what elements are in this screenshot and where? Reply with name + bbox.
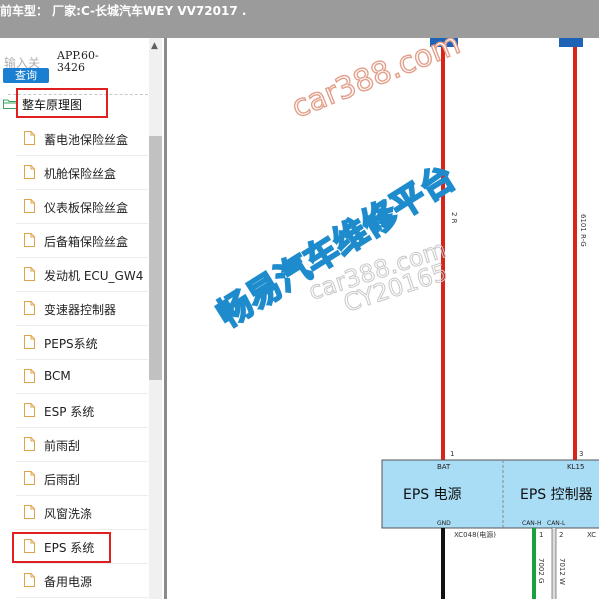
tree-item[interactable]: 发动机 ECU_GW4 [16,258,148,292]
query-button[interactable]: 查询 [3,68,49,83]
document-icon [24,301,35,315]
document-icon [24,233,35,247]
tree-item-label: 变速器控制器 [44,303,117,317]
vehicle-title: 前车型： 厂家:C-长城汽车WEY VV72017 . [0,4,247,18]
tree-item[interactable]: 风窗洗涤 [16,496,148,530]
highlight-eps-box [12,532,111,563]
module-control-label: EPS 控制器 [520,487,593,503]
pin-gnd-label: GND [437,520,451,527]
tree-item-label: 备用电源 [44,575,93,589]
tree-item-label: 前雨刮 [44,439,81,453]
document-icon [24,369,35,383]
tree-item-label: 蓄电池保险丝盒 [44,133,129,147]
tree-item-label: 发动机 ECU_GW4 [44,269,144,283]
tree-item[interactable]: 机舱保险丝盒 [16,156,148,190]
tree-item[interactable]: 变速器控制器 [16,292,148,326]
tree-item-label: PEPS系统 [44,337,98,351]
pin-canl-number: 2 [559,531,563,539]
tree-item-label: 风窗洗涤 [44,507,93,521]
title-bar: 前车型： 厂家:C-长城汽车WEY VV72017 . [0,0,599,38]
document-icon [24,471,35,485]
document-icon [24,165,35,179]
pin-canh-number: 1 [539,531,543,539]
diagram-canvas: 2 R 6101 R-G 1 3 BAT KL15 EPS 电源 EPS 控制器… [210,38,599,599]
pin-right-number: 3 [579,450,583,458]
document-icon [24,403,35,417]
document-icon [24,335,35,349]
pin-canl-label: CAN-L [547,520,566,527]
tree-item-label: 仪表板保险丝盒 [44,201,129,215]
document-icon [24,267,35,281]
tree-item-label: 后雨刮 [44,473,81,487]
tree-item[interactable]: 蓄电池保险丝盒 [16,122,148,156]
connector-label: XC048(电源) [454,530,496,539]
pin-canh-label: CAN-H [522,520,541,527]
wire-bottom-2-label: 7012 W [558,558,566,585]
scroll-up-icon[interactable]: ▲ [151,41,158,51]
tree-item[interactable]: 仪表板保险丝盒 [16,190,148,224]
tree-item[interactable]: PEPS系统 [16,326,148,360]
scrollbar-thumb[interactable] [149,136,162,380]
code-value: APP.60-3426 [57,49,99,74]
document-icon [24,573,35,587]
pin-left-number: 1 [450,450,454,458]
sidebar: 输入关 查询 APP.60-3426 整车原理图 蓄电池保险丝盒 机舱保险丝盒 仪表… [0,38,164,599]
tree-item-label: 后备箱保险丝盒 [44,235,129,249]
tree-item-label: BCM [44,369,71,383]
connector-label-right: XC [587,531,596,539]
document-icon [24,199,35,213]
module-power-label: EPS 电源 [403,487,462,503]
pin-bat-label: BAT [437,463,451,471]
tree-item[interactable]: BCM [16,360,148,394]
tree-item-label: 机舱保险丝盒 [44,167,117,181]
folder-open-icon [3,99,17,109]
pin-kl15-label: KL15 [567,463,584,471]
watermark-site-top: car388.com [287,38,465,125]
wiring-diagram: 2 R 6101 R-G 1 3 BAT KL15 EPS 电源 EPS 控制器… [167,38,599,599]
wire-left-label: 2 R [450,212,458,224]
highlight-root-box [16,88,108,118]
tree-item[interactable]: 备用电源 [16,564,148,598]
tree-item[interactable]: 后备箱保险丝盒 [16,224,148,258]
tree-item[interactable]: 后雨刮 [16,462,148,496]
wire-bottom-1-label: 7002 G [537,558,545,583]
wire-right-label: 6101 R-G [579,214,587,247]
tree-item[interactable]: 前雨刮 [16,428,148,462]
document-icon [24,437,35,451]
connector-tab-right [559,38,583,47]
tree-item[interactable]: ESP 系统 [16,394,148,428]
document-icon [24,505,35,519]
tree-item-label: ESP 系统 [44,405,95,419]
document-icon [24,131,35,145]
